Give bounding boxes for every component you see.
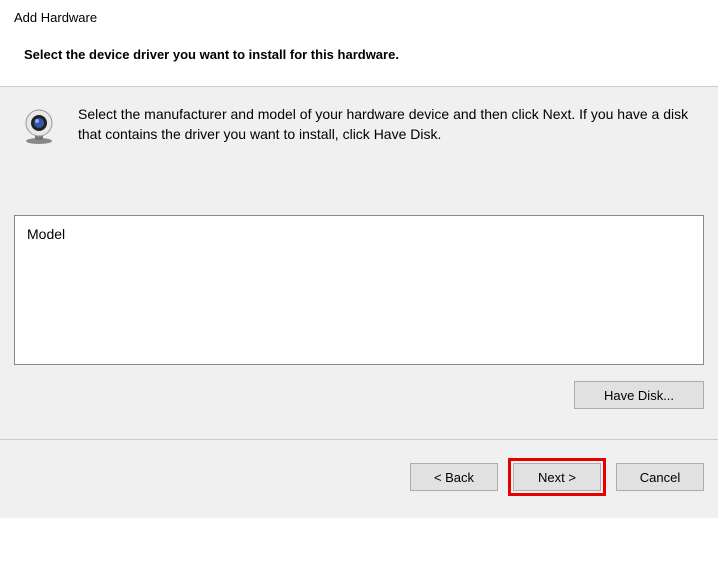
webcam-icon (20, 107, 58, 145)
cancel-button[interactable]: Cancel (616, 463, 704, 491)
page-subtitle: Select the device driver you want to ins… (14, 47, 704, 62)
have-disk-row: Have Disk... (14, 381, 704, 409)
have-disk-button[interactable]: Have Disk... (574, 381, 704, 409)
next-button[interactable]: Next > (513, 463, 601, 491)
model-listbox[interactable]: Model (14, 215, 704, 365)
instruction-text: Select the manufacturer and model of you… (78, 105, 704, 144)
model-column-header: Model (27, 226, 691, 242)
back-button[interactable]: < Back (410, 463, 498, 491)
wizard-body: Select the manufacturer and model of you… (0, 87, 718, 439)
next-highlight-box: Next > (508, 458, 606, 496)
window-title: Add Hardware (14, 10, 704, 25)
wizard-header: Add Hardware Select the device driver yo… (0, 0, 718, 86)
instruction-row: Select the manufacturer and model of you… (14, 105, 704, 145)
wizard-footer: < Back Next > Cancel (0, 440, 718, 518)
